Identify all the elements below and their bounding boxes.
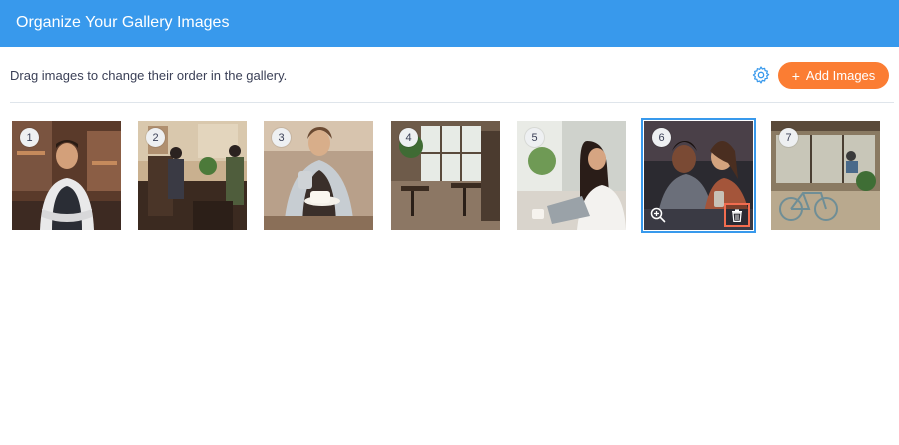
plus-icon: + (791, 67, 800, 84)
image-number-badge: 2 (146, 128, 165, 147)
trash-icon (732, 208, 742, 222)
add-images-button[interactable]: + Add Images (778, 62, 889, 89)
gear-icon[interactable] (751, 65, 771, 85)
image-number-badge: 7 (779, 128, 798, 147)
image-number-badge: 6 (652, 128, 671, 147)
image-number-badge: 1 (20, 128, 39, 147)
zoom-icon[interactable] (650, 207, 666, 223)
delete-image-button[interactable] (724, 203, 750, 227)
image-number-badge: 3 (272, 128, 291, 147)
gallery-image-2[interactable]: 2 (138, 121, 247, 230)
toolbar: Drag images to change their order in the… (0, 48, 899, 102)
gallery-image-4[interactable]: 4 (391, 121, 500, 230)
gallery-image-5[interactable]: 5 (517, 121, 626, 230)
gallery-image-7[interactable]: 7 (771, 121, 880, 230)
instructions-text: Drag images to change their order in the… (10, 68, 288, 83)
gallery-image-6[interactable]: 6 (641, 118, 756, 233)
gallery-image-3[interactable]: 3 (264, 121, 373, 230)
image-number-badge: 5 (525, 128, 544, 147)
gallery-image-1[interactable]: 1 (12, 121, 121, 230)
image-number-badge: 4 (399, 128, 418, 147)
header-bar: Organize Your Gallery Images (0, 0, 899, 47)
divider (10, 102, 894, 103)
add-images-label: Add Images (805, 68, 876, 83)
page-title: Organize Your Gallery Images (16, 14, 230, 31)
